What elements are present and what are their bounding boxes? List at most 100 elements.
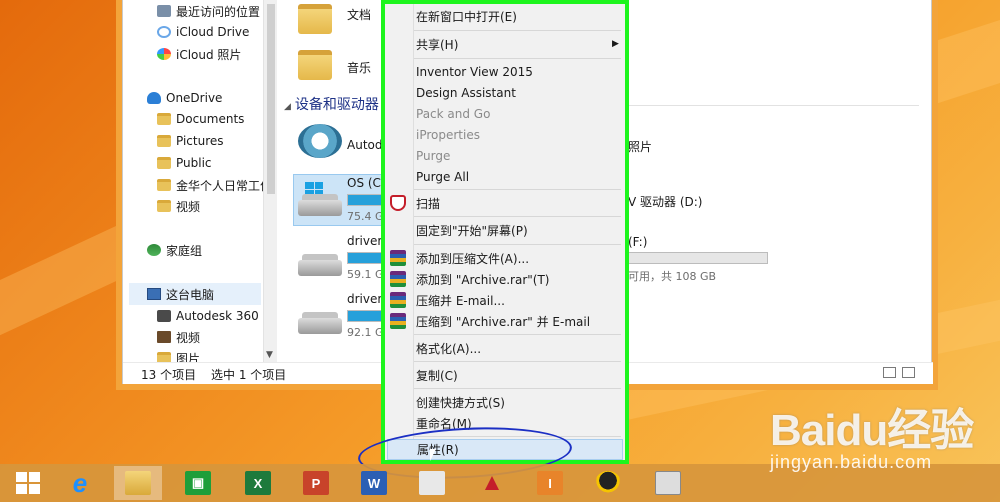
menu-compress-and-email[interactable]: 压缩并 E-mail... bbox=[416, 290, 505, 311]
video-icon bbox=[157, 331, 171, 343]
recent-places-icon bbox=[157, 5, 171, 17]
winrar-icon bbox=[390, 292, 406, 308]
music-folder-icon[interactable] bbox=[298, 50, 332, 80]
driver2-drive-label[interactable]: driver bbox=[347, 292, 382, 306]
nav-item-videos[interactable]: 视频 bbox=[157, 326, 200, 348]
folder-icon bbox=[157, 157, 171, 169]
taskbar-store[interactable]: ▣ bbox=[174, 466, 222, 500]
inventor-icon: I bbox=[537, 471, 563, 495]
menu-add-to-archive[interactable]: 添加到压缩文件(A)... bbox=[416, 248, 529, 269]
menu-scan[interactable]: 扫描 bbox=[416, 193, 440, 214]
dvd-drive-label[interactable]: V 驱动器 (D:) bbox=[628, 193, 703, 210]
menu-separator bbox=[414, 361, 621, 362]
autodesk-icon bbox=[157, 310, 171, 322]
menu-create-shortcut[interactable]: 创建快捷方式(S) bbox=[416, 392, 505, 413]
menu-open-new-window[interactable]: 在新窗口中打开(E) bbox=[416, 6, 517, 27]
qq-penguin-icon bbox=[595, 471, 621, 495]
nav-item-pictures[interactable]: Pictures bbox=[157, 130, 224, 152]
navigation-pane: 最近访问的位置 iCloud Drive iCloud 照片 OneDrive … bbox=[123, 0, 263, 362]
windows-start-icon bbox=[16, 472, 40, 494]
context-menu: 在新窗口中打开(E) 共享(H) ▶ Inventor View 2015 De… bbox=[381, 0, 629, 464]
nav-scrollbar[interactable]: ▼ bbox=[263, 0, 277, 362]
nav-item-homegroup[interactable]: 家庭组 bbox=[147, 239, 202, 261]
baidu-watermark: Baidu经验 jingyan.baidu.com bbox=[770, 394, 974, 472]
details-view-icon[interactable] bbox=[883, 367, 896, 378]
nav-item-recent-places[interactable]: 最近访问的位置 bbox=[157, 0, 260, 22]
photos-item-label[interactable]: 照片 bbox=[628, 138, 652, 155]
winrar-icon bbox=[390, 250, 406, 266]
autodesk-drive-label[interactable]: Autod bbox=[347, 138, 382, 152]
taskbar-excel[interactable]: X bbox=[234, 466, 282, 500]
store-icon: ▣ bbox=[185, 471, 211, 495]
taskbar-autocad[interactable]: ▲ bbox=[468, 466, 516, 500]
documents-folder-icon[interactable] bbox=[298, 4, 332, 34]
taskbar-internet-explorer[interactable]: e bbox=[56, 466, 104, 500]
nav-item-icloud-drive[interactable]: iCloud Drive bbox=[157, 21, 249, 43]
item-count: 13 个项目 bbox=[141, 368, 197, 382]
menu-separator bbox=[414, 30, 621, 31]
view-toggle bbox=[883, 367, 915, 378]
folder-music-label[interactable]: 音乐 bbox=[347, 59, 371, 76]
os-drive-label: OS (C: bbox=[347, 176, 385, 190]
chevron-down-icon[interactable]: ▼ bbox=[266, 350, 273, 360]
file-explorer-icon bbox=[125, 471, 151, 495]
winrar-icon bbox=[390, 313, 406, 329]
menu-format[interactable]: 格式化(A)... bbox=[416, 338, 481, 359]
mouse-cursor-icon bbox=[430, 449, 436, 461]
menu-separator bbox=[414, 388, 621, 389]
mail-icon bbox=[419, 471, 445, 495]
driver1-drive-label[interactable]: driver bbox=[347, 234, 382, 248]
taskbar-word[interactable]: W bbox=[350, 466, 398, 500]
section-devices-header[interactable]: ◢ 设备和驱动器 bbox=[284, 94, 379, 114]
nav-item-this-pc[interactable]: 这台电脑 bbox=[129, 283, 261, 305]
menu-design-assistant[interactable]: Design Assistant bbox=[416, 82, 516, 103]
nav-item-work-folder[interactable]: 金华个人日常工作 bbox=[157, 174, 263, 196]
menu-inventor-view[interactable]: Inventor View 2015 bbox=[416, 61, 533, 82]
driver2-drive-icon[interactable] bbox=[298, 308, 342, 336]
nav-item-documents[interactable]: Documents bbox=[157, 108, 244, 130]
autodesk-drive-icon[interactable] bbox=[298, 124, 342, 158]
icloud-icon bbox=[157, 26, 171, 38]
folder-icon bbox=[157, 179, 171, 191]
f-drive-usage-bar bbox=[628, 252, 768, 264]
submenu-arrow-icon: ▶ bbox=[612, 39, 619, 49]
menu-separator bbox=[414, 334, 621, 335]
os-drive-size: 75.4 G bbox=[347, 210, 384, 223]
taskbar-mail[interactable] bbox=[408, 466, 456, 500]
menu-copy[interactable]: 复制(C) bbox=[416, 365, 458, 386]
nav-item-pictures-pc[interactable]: 图片 bbox=[157, 347, 200, 362]
mcafee-shield-icon bbox=[390, 195, 406, 211]
powerpoint-icon: P bbox=[303, 471, 329, 495]
scrollbar-thumb[interactable] bbox=[267, 4, 275, 194]
menu-compress-rar-and-email[interactable]: 压缩到 "Archive.rar" 并 E-mail bbox=[416, 311, 590, 332]
taskbar-powerpoint[interactable]: P bbox=[292, 466, 340, 500]
menu-icon-gutter bbox=[413, 4, 414, 460]
folder-icon bbox=[157, 200, 171, 212]
onedrive-icon bbox=[147, 92, 161, 104]
nav-item-icloud-photos[interactable]: iCloud 照片 bbox=[157, 43, 241, 65]
taskbar-file-explorer[interactable] bbox=[114, 466, 162, 500]
menu-share[interactable]: 共享(H) bbox=[416, 34, 458, 55]
nav-item-videos-onedrive[interactable]: 视频 bbox=[157, 195, 200, 217]
folder-documents-label[interactable]: 文档 bbox=[347, 6, 371, 23]
driver1-drive-icon[interactable] bbox=[298, 250, 342, 278]
start-button[interactable] bbox=[4, 466, 52, 500]
menu-purge: Purge bbox=[416, 148, 451, 163]
taskbar-qq[interactable] bbox=[584, 466, 632, 500]
menu-pin-to-start[interactable]: 固定到"开始"屏幕(P) bbox=[416, 220, 528, 241]
large-icons-view-icon[interactable] bbox=[902, 367, 915, 378]
nav-item-autodesk-360[interactable]: Autodesk 360 bbox=[157, 305, 259, 327]
nav-item-public[interactable]: Public bbox=[157, 152, 212, 174]
collapse-arrow-icon[interactable]: ◢ bbox=[284, 102, 291, 112]
f-drive-label[interactable]: (F:) bbox=[628, 235, 647, 249]
taskbar-recorder[interactable] bbox=[644, 466, 692, 500]
menu-pack-and-go: Pack and Go bbox=[416, 106, 491, 121]
folder-icon bbox=[157, 135, 171, 147]
taskbar-inventor[interactable]: I bbox=[526, 466, 574, 500]
os-drive-icon bbox=[298, 190, 342, 218]
menu-purge-all[interactable]: Purge All bbox=[416, 166, 469, 187]
selected-count: 选中 1 个项目 bbox=[211, 368, 287, 382]
word-icon: W bbox=[361, 471, 387, 495]
nav-item-onedrive[interactable]: OneDrive bbox=[147, 87, 222, 109]
menu-add-to-archive-rar[interactable]: 添加到 "Archive.rar"(T) bbox=[416, 269, 549, 290]
